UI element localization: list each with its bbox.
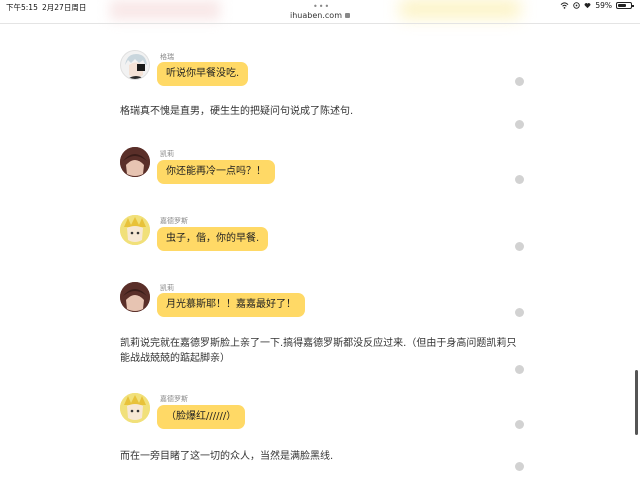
message-sender: 嘉德罗斯 [160, 217, 188, 225]
comment-dot[interactable] [515, 120, 524, 129]
message-sender: 凯莉 [160, 284, 174, 292]
message-sender: 嘉德罗斯 [160, 395, 188, 403]
message-bubble: 听说你早餐没吃. [157, 62, 249, 86]
message-bubble: 虫子，偕，你的早餐. [157, 227, 269, 251]
comment-dot[interactable] [515, 308, 524, 317]
comment-dot[interactable] [515, 462, 524, 471]
avatar-kaili-image [120, 282, 150, 312]
comment-dot[interactable] [515, 242, 524, 251]
avatar-jiadeluosi-image [120, 393, 150, 423]
avatar-gerui[interactable] [120, 50, 150, 80]
scrollbar[interactable] [635, 370, 638, 435]
comment-dot[interactable] [515, 420, 524, 429]
comment-dot[interactable] [515, 77, 524, 86]
comment-dot[interactable] [515, 365, 524, 374]
narration-text: 而在一旁目睹了这一切的众人，当然是满脸黑线. [120, 451, 334, 462]
narration-text: 凯莉说完就在嘉德罗斯脸上亲了一下.搞得嘉德罗斯都没反应过来.（但由于身高问题凯莉… [120, 338, 517, 364]
avatar-jiadeluosi[interactable] [120, 393, 150, 423]
narration-text: 格瑞真不愧是直男，硬生生的把疑问句说成了陈述句. [120, 106, 354, 117]
message-bubble: （脸爆红//////） [157, 405, 246, 429]
message-sender: 凯莉 [160, 150, 174, 158]
more-dots-icon[interactable]: ••• [313, 3, 330, 11]
avatar-kaili-image [120, 147, 150, 177]
avatar-jiadeluosi-image [120, 215, 150, 245]
avatar-jiadeluosi[interactable] [120, 215, 150, 245]
url-text: ihuaben.com [290, 11, 342, 20]
avatar-kaili[interactable] [120, 147, 150, 177]
avatar-gerui-image [125, 54, 147, 79]
message-bubble: 月光慕斯耶！！嘉嘉最好了！ [157, 293, 305, 317]
url-field[interactable]: ihuaben.com [0, 11, 640, 20]
message-bubble: 你还能再冷一点吗？！ [157, 160, 275, 184]
lock-icon [344, 13, 350, 18]
browser-bar: ••• ihuaben.com [0, 0, 640, 24]
message-sender: 格瑞 [160, 53, 174, 61]
comment-dot[interactable] [515, 175, 524, 184]
avatar-kaili[interactable] [120, 282, 150, 312]
